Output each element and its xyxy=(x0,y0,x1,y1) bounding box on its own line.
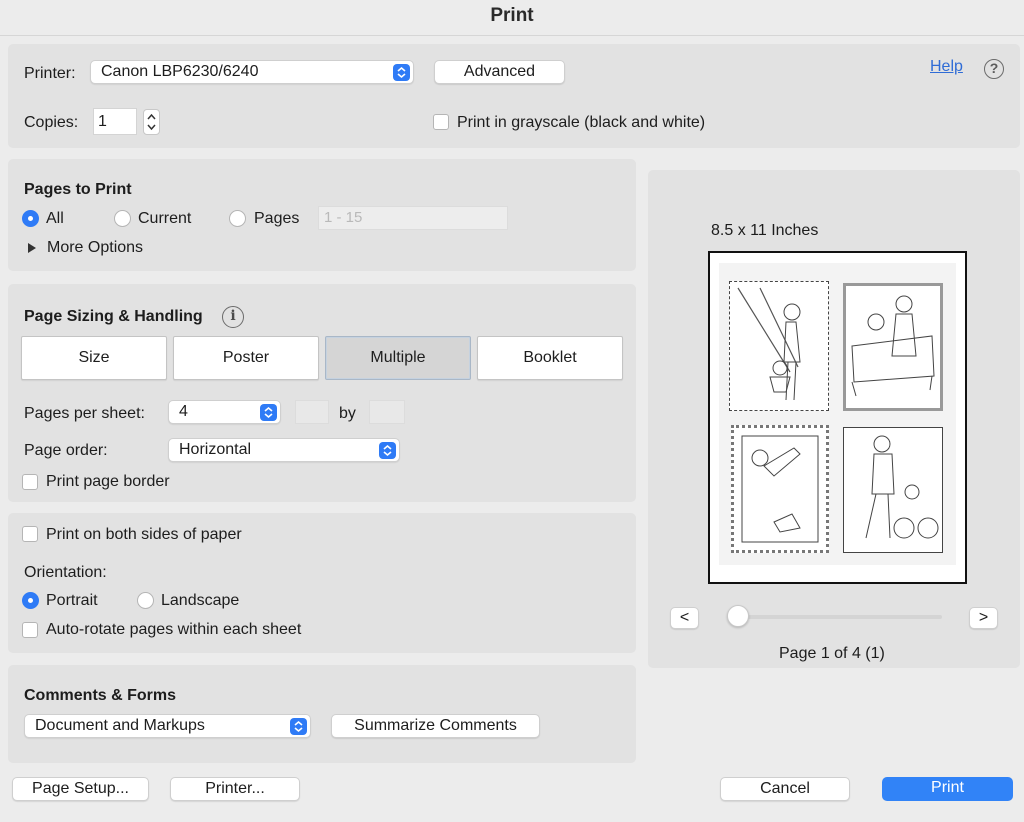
portrait-label: Portrait xyxy=(46,592,98,609)
radio-current-page[interactable] xyxy=(114,210,131,227)
cancel-button[interactable]: Cancel xyxy=(720,777,850,801)
title-divider xyxy=(0,35,1024,36)
previous-page-button[interactable]: < xyxy=(670,607,699,629)
paper-size-label: 8.5 x 11 Inches xyxy=(711,222,819,239)
page-range-placeholder: 1 - 15 xyxy=(324,209,363,226)
comments-select-value: Document and Markups xyxy=(35,717,205,734)
printer-select[interactable]: Canon LBP6230/6240 xyxy=(90,60,414,84)
pages-to-print-heading: Pages to Print xyxy=(24,181,132,198)
up-down-chevron-icon xyxy=(260,404,277,421)
columns-input[interactable] xyxy=(295,400,329,424)
pages-per-sheet-label: Pages per sheet: xyxy=(24,405,145,422)
printer-button[interactable]: Printer... xyxy=(170,777,300,801)
page-slider-track[interactable] xyxy=(736,615,942,619)
autorotate-checkbox[interactable] xyxy=(22,622,38,638)
page-border-label: Print page border xyxy=(46,473,170,490)
help-question-icon[interactable]: ? xyxy=(984,59,1004,79)
tab-size[interactable]: Size xyxy=(21,336,167,380)
radio-portrait[interactable] xyxy=(22,592,39,609)
preview-thumbnail xyxy=(731,425,829,553)
preview-thumbnail xyxy=(843,427,943,553)
copies-input[interactable]: 1 xyxy=(93,108,137,135)
next-page-button[interactable]: > xyxy=(969,607,998,629)
page-preview xyxy=(708,251,967,584)
help-link[interactable]: Help xyxy=(930,58,963,76)
orientation-label: Orientation: xyxy=(24,564,107,581)
page-order-select[interactable]: Horizontal xyxy=(168,438,400,462)
autorotate-label: Auto-rotate pages within each sheet xyxy=(46,621,302,638)
disclosure-triangle-icon[interactable] xyxy=(27,241,37,259)
by-label: by xyxy=(339,405,356,422)
copies-label: Copies: xyxy=(24,114,79,131)
preview-sheet xyxy=(719,263,956,565)
radio-current-label: Current xyxy=(138,210,192,227)
radio-page-range[interactable] xyxy=(229,210,246,227)
tab-poster[interactable]: Poster xyxy=(173,336,319,380)
preview-thumbnail xyxy=(729,281,829,411)
up-down-chevron-icon xyxy=(393,64,410,81)
tab-multiple[interactable]: Multiple xyxy=(325,336,471,380)
preview-thumbnail xyxy=(843,283,943,411)
up-down-chevron-icon xyxy=(290,718,307,735)
pages-per-sheet-value: 4 xyxy=(179,403,188,420)
duplex-checkbox[interactable] xyxy=(22,526,38,542)
copies-stepper[interactable] xyxy=(143,109,160,135)
window-title: Print xyxy=(490,5,534,26)
more-options-label[interactable]: More Options xyxy=(47,238,143,258)
radio-all-pages[interactable] xyxy=(22,210,39,227)
page-setup-button[interactable]: Page Setup... xyxy=(12,777,149,801)
coloring-page-icon xyxy=(737,287,801,401)
page-order-label: Page order: xyxy=(24,442,108,459)
printer-label: Printer: xyxy=(24,65,76,82)
coloring-page-icon xyxy=(741,435,819,543)
comments-heading: Comments & Forms xyxy=(24,687,177,704)
advanced-button[interactable]: Advanced xyxy=(434,60,565,84)
comments-select[interactable]: Document and Markups xyxy=(24,714,311,738)
radio-landscape[interactable] xyxy=(137,592,154,609)
grayscale-checkbox[interactable] xyxy=(433,114,449,130)
page-sizing-heading: Page Sizing & Handling xyxy=(24,308,203,325)
printer-select-value: Canon LBP6230/6240 xyxy=(101,63,259,80)
duplex-label: Print on both sides of paper xyxy=(46,526,242,543)
print-button[interactable]: Print xyxy=(882,777,1013,801)
copies-value: 1 xyxy=(98,113,107,130)
up-down-chevron-icon xyxy=(379,442,396,459)
page-slider-thumb[interactable] xyxy=(727,605,749,627)
coloring-page-icon xyxy=(851,295,935,397)
page-order-value: Horizontal xyxy=(179,441,252,458)
radio-pages-label: Pages xyxy=(254,210,300,227)
grayscale-label: Print in grayscale (black and white) xyxy=(457,114,706,131)
landscape-label: Landscape xyxy=(161,592,240,609)
info-icon[interactable]: i xyxy=(222,306,244,328)
page-border-checkbox[interactable] xyxy=(22,474,38,490)
rows-input[interactable] xyxy=(369,400,405,424)
tab-booklet[interactable]: Booklet xyxy=(477,336,623,380)
coloring-page-icon xyxy=(865,435,939,539)
page-range-input[interactable]: 1 - 15 xyxy=(318,206,508,230)
page-info-label: Page 1 of 4 (1) xyxy=(779,645,885,662)
pages-per-sheet-select[interactable]: 4 xyxy=(168,400,281,424)
radio-all-label: All xyxy=(46,210,64,227)
summarize-comments-button[interactable]: Summarize Comments xyxy=(331,714,540,738)
